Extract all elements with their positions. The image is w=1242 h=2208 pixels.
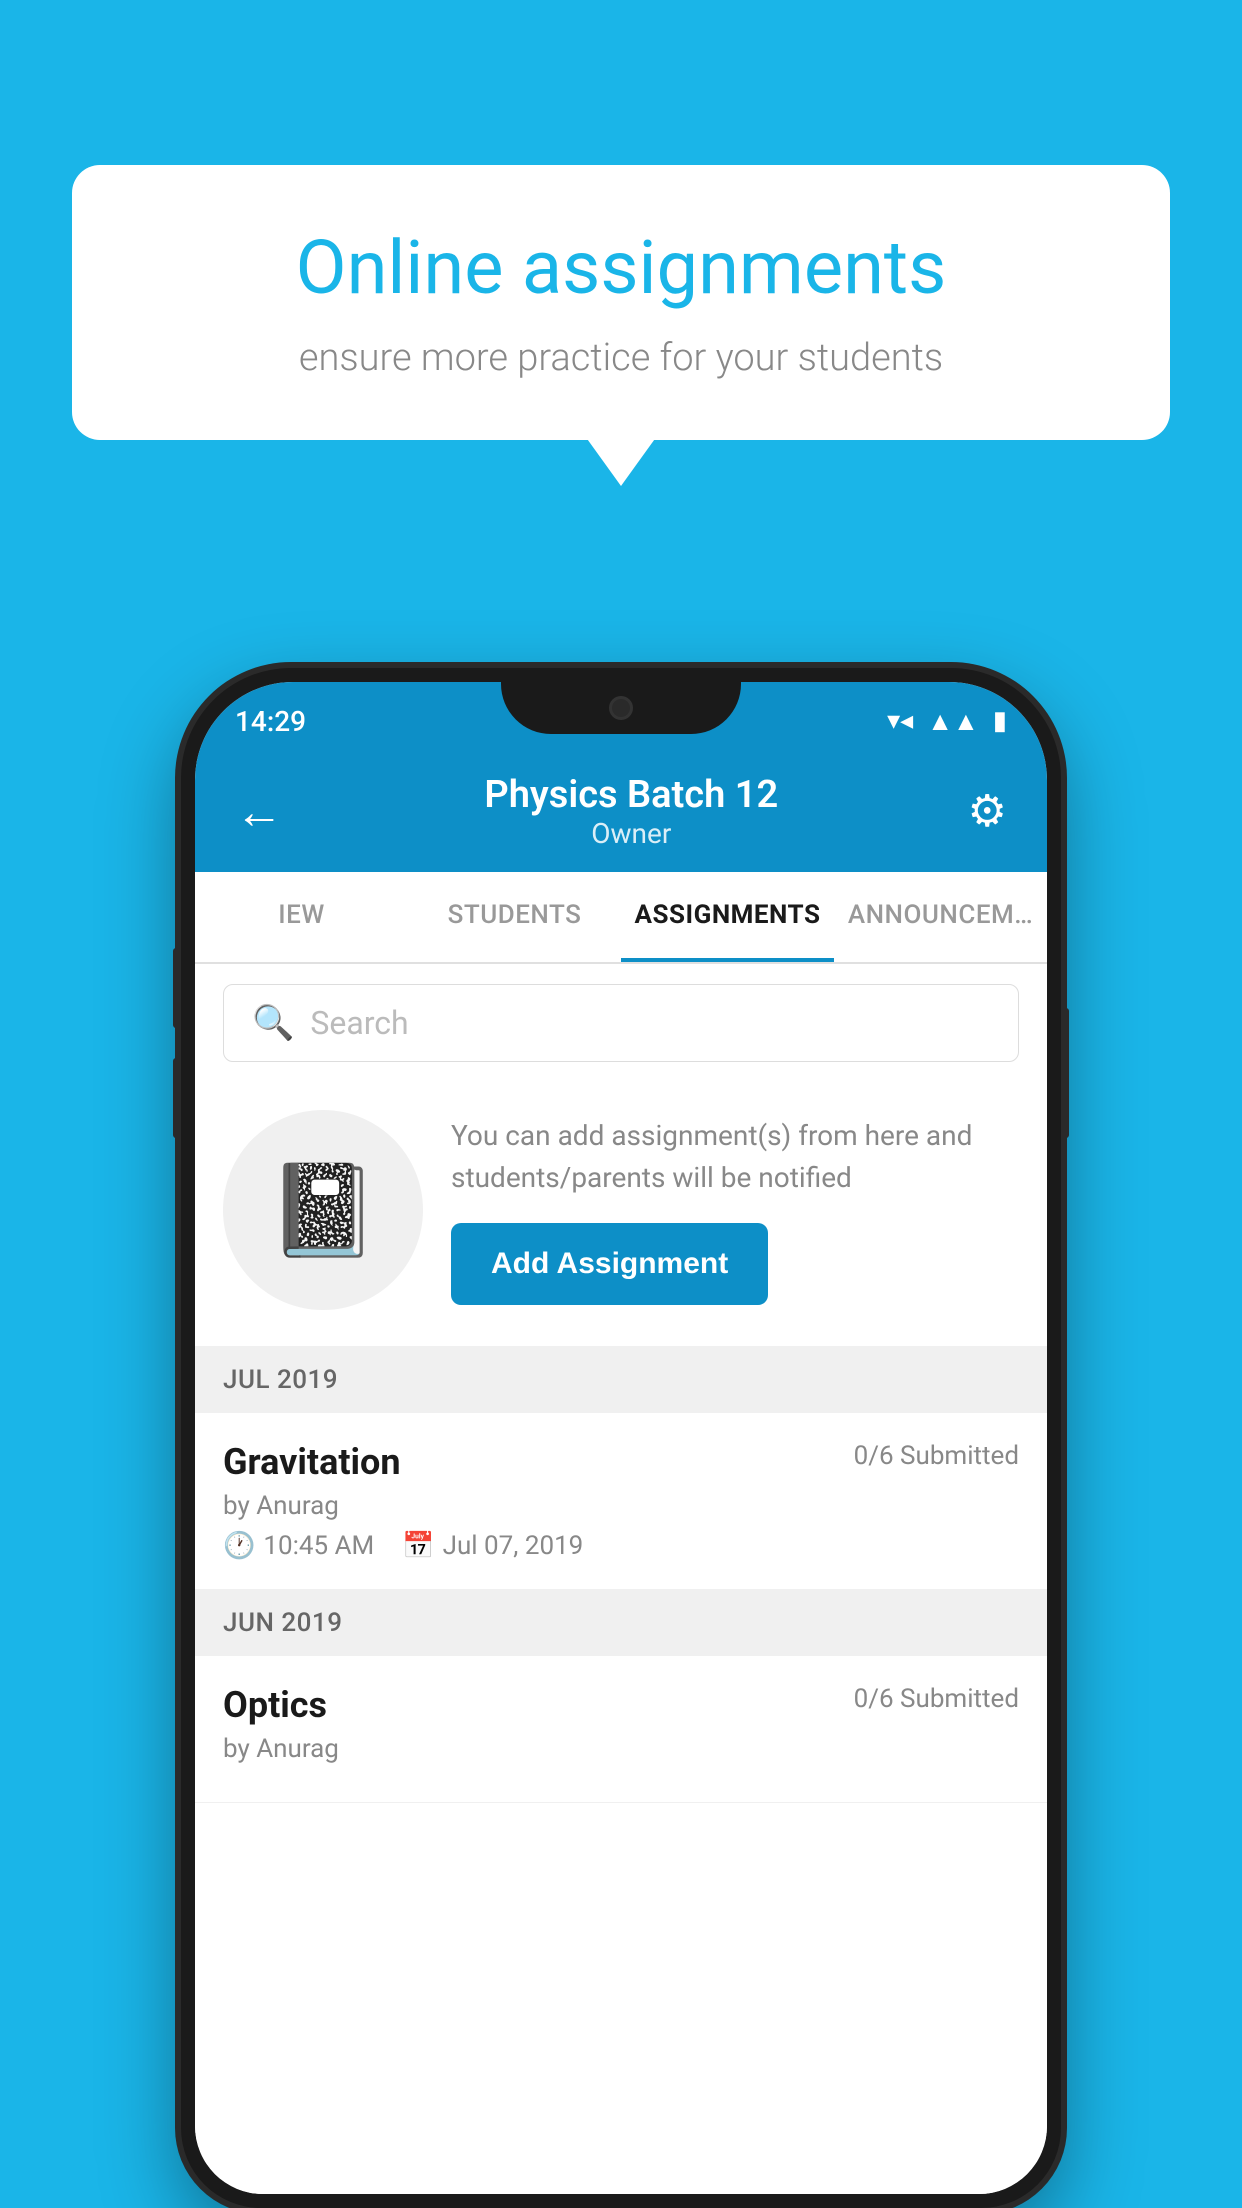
- phone-frame: 14:29 ▾◂ ▲▲ ▮ ← Physics Batch 12 Owner ⚙…: [181, 668, 1061, 2208]
- volume-up-button: [173, 948, 181, 1028]
- app-header: ← Physics Batch 12 Owner ⚙: [195, 750, 1047, 872]
- assignment-top-row: Gravitation 0/6 Submitted: [223, 1441, 1019, 1483]
- volume-down-button: [173, 1058, 181, 1138]
- speech-bubble-subtitle: ensure more practice for your students: [144, 336, 1098, 380]
- assignment-optics-top-row: Optics 0/6 Submitted: [223, 1684, 1019, 1726]
- settings-button[interactable]: ⚙: [968, 785, 1007, 837]
- header-subtitle: Owner: [484, 817, 778, 850]
- speech-bubble-title: Online assignments: [144, 225, 1098, 312]
- tabs-bar: IEW STUDENTS ASSIGNMENTS ANNOUNCEM…: [195, 872, 1047, 964]
- calendar-icon: 📅: [402, 1531, 434, 1561]
- assignment-meta: 🕐 10:45 AM 📅 Jul 07, 2019: [223, 1531, 1019, 1561]
- assignment-name: Gravitation: [223, 1441, 401, 1483]
- front-camera: [609, 696, 633, 720]
- clock-icon: 🕐: [223, 1531, 255, 1561]
- wifi-icon: ▾◂: [887, 706, 913, 736]
- assignment-optics-name: Optics: [223, 1684, 327, 1726]
- assignment-optics-author: by Anurag: [223, 1734, 1019, 1764]
- assignment-optics-status: 0/6 Submitted: [854, 1684, 1019, 1714]
- search-icon: 🔍: [252, 1003, 294, 1043]
- battery-icon: ▮: [993, 706, 1007, 736]
- search-container: 🔍 Search: [195, 964, 1047, 1082]
- status-icons: ▾◂ ▲▲ ▮: [887, 706, 1007, 737]
- tab-students[interactable]: STUDENTS: [408, 872, 621, 962]
- assignment-optics[interactable]: Optics 0/6 Submitted by Anurag: [195, 1656, 1047, 1803]
- promo-card: 📓 You can add assignment(s) from here an…: [195, 1082, 1047, 1347]
- search-box[interactable]: 🔍 Search: [223, 984, 1019, 1062]
- assignment-author: by Anurag: [223, 1491, 1019, 1521]
- assignment-date: 📅 Jul 07, 2019: [402, 1531, 583, 1561]
- assignment-status: 0/6 Submitted: [854, 1441, 1019, 1471]
- status-time: 14:29: [235, 705, 306, 738]
- section-jul-2019: JUL 2019: [195, 1347, 1047, 1413]
- tab-assignments[interactable]: ASSIGNMENTS: [621, 872, 834, 962]
- tab-announcements[interactable]: ANNOUNCEM…: [834, 872, 1047, 962]
- date-value: Jul 07, 2019: [443, 1531, 584, 1561]
- time-value: 10:45 AM: [263, 1531, 374, 1561]
- section-jun-2019: JUN 2019: [195, 1590, 1047, 1656]
- assignment-time: 🕐 10:45 AM: [223, 1531, 374, 1561]
- promo-icon-circle: 📓: [223, 1110, 423, 1310]
- signal-icon: ▲▲: [927, 706, 978, 737]
- speech-bubble: Online assignments ensure more practice …: [72, 165, 1170, 440]
- header-title: Physics Batch 12: [484, 773, 778, 817]
- tab-iew[interactable]: IEW: [195, 872, 408, 962]
- assignment-gravitation[interactable]: Gravitation 0/6 Submitted by Anurag 🕐 10…: [195, 1413, 1047, 1590]
- phone-screen: 14:29 ▾◂ ▲▲ ▮ ← Physics Batch 12 Owner ⚙…: [195, 682, 1047, 2194]
- promo-description: You can add assignment(s) from here and …: [451, 1115, 1019, 1199]
- notebook-icon: 📓: [267, 1158, 379, 1263]
- add-assignment-button[interactable]: Add Assignment: [451, 1223, 768, 1305]
- header-title-group: Physics Batch 12 Owner: [484, 773, 778, 850]
- content-area: 🔍 Search 📓 You can add assignment(s) fro…: [195, 964, 1047, 2194]
- phone-notch: [501, 682, 741, 734]
- search-input[interactable]: Search: [310, 1004, 408, 1042]
- speech-bubble-container: Online assignments ensure more practice …: [72, 165, 1170, 440]
- promo-text-group: You can add assignment(s) from here and …: [451, 1115, 1019, 1305]
- power-button: [1061, 1008, 1069, 1138]
- back-button[interactable]: ←: [235, 783, 295, 840]
